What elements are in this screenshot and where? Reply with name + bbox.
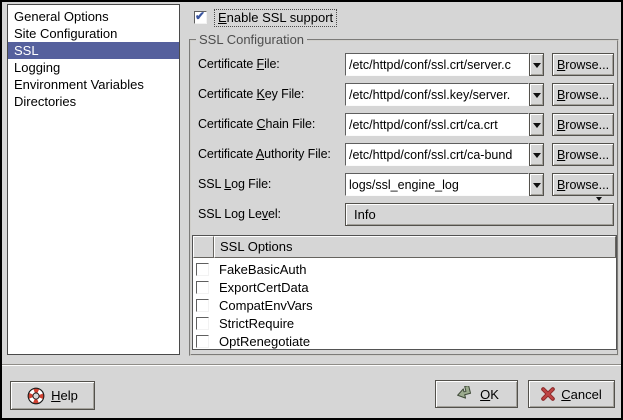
table-body: FakeBasicAuth ExportCertData CompatEnvVa… (193, 258, 616, 350)
certificate-chain-file-label: Certificate Chain File: (198, 117, 315, 131)
certificate-chain-file-row: Certificate Chain File: Browse... (191, 113, 617, 136)
certificate-key-file-browse-button[interactable]: Browse... (552, 83, 614, 106)
certificate-authority-file-input[interactable] (345, 143, 529, 166)
certificate-key-file-input[interactable] (345, 83, 529, 106)
cancel-button-label: Cancel (561, 387, 601, 402)
httpd-ssl-config-dialog: General Options Site Configuration SSL L… (0, 0, 623, 420)
certificate-chain-file-input[interactable] (345, 113, 529, 136)
certificate-key-file-row: Certificate Key File: Browse... (191, 83, 617, 106)
table-header: SSL Options (193, 236, 616, 258)
certificate-file-label: Certificate File: (198, 57, 280, 71)
sidebar-item-directories[interactable]: Directories (8, 93, 179, 110)
chevron-down-icon (533, 123, 541, 132)
sidebar-item-ssl[interactable]: SSL (8, 42, 179, 59)
enable-ssl-row: Enable SSL support (194, 7, 337, 28)
row-label: StrictRequire (219, 316, 294, 331)
certificate-authority-file-row: Certificate Authority File: Browse... (191, 143, 617, 166)
optrenegotiate-checkbox[interactable] (196, 335, 209, 348)
certificate-key-file-label: Certificate Key File: (198, 87, 304, 101)
enable-ssl-label[interactable]: Enable SSL support (214, 9, 337, 27)
ssl-log-file-combo-button[interactable] (529, 173, 544, 196)
certificate-file-row: Certificate File: Browse... (191, 53, 617, 76)
ok-button[interactable]: OK (435, 380, 518, 408)
table-header-ssl-options[interactable]: SSL Options (214, 236, 616, 258)
table-row[interactable]: FakeBasicAuth (193, 260, 616, 278)
certificate-key-file-combo-button[interactable] (529, 83, 544, 106)
table-row[interactable]: ExportCertData (193, 278, 616, 296)
ssl-log-file-label: SSL Log File: (198, 177, 271, 191)
chevron-down-icon (533, 63, 541, 72)
category-list: General Options Site Configuration SSL L… (7, 4, 180, 355)
fakebasicauth-checkbox[interactable] (196, 263, 209, 276)
exportcertdata-checkbox[interactable] (196, 281, 209, 294)
chevron-down-icon (533, 153, 541, 162)
lifesaver-icon (27, 387, 45, 405)
footer-separator (2, 364, 621, 366)
help-button[interactable]: Help (10, 381, 95, 410)
chevron-down-icon (533, 93, 541, 102)
compatenvvars-checkbox[interactable] (196, 299, 209, 312)
certificate-file-browse-button[interactable]: Browse... (552, 53, 614, 76)
enter-arrow-icon (454, 386, 474, 402)
row-label: OptRenegotiate (219, 334, 310, 349)
ssl-log-level-label: SSL Log Level: (198, 207, 281, 221)
certificate-authority-file-combo-button[interactable] (529, 143, 544, 166)
table-row[interactable]: OptRenegotiate (193, 332, 616, 350)
certificate-chain-file-browse-button[interactable]: Browse... (552, 113, 614, 136)
ssl-log-file-input[interactable] (345, 173, 529, 196)
chevron-down-icon (533, 183, 541, 192)
enable-ssl-checkbox[interactable] (194, 11, 207, 24)
table-row[interactable]: CompatEnvVars (193, 296, 616, 314)
certificate-authority-file-browse-button[interactable]: Browse... (552, 143, 614, 166)
help-button-label: Help (51, 388, 78, 403)
sidebar-item-environment-variables[interactable]: Environment Variables (8, 76, 179, 93)
certificate-file-input[interactable] (345, 53, 529, 76)
certificate-chain-file-combo-button[interactable] (529, 113, 544, 136)
ssl-log-level-dropdown[interactable]: Info (345, 203, 614, 226)
row-label: FakeBasicAuth (219, 262, 306, 277)
certificate-file-combo-button[interactable] (529, 53, 544, 76)
ssl-log-file-browse-button[interactable]: Browse... (552, 173, 614, 196)
ssl-options-table: SSL Options FakeBasicAuth ExportCertData… (192, 235, 617, 350)
ssl-log-level-value: Info (354, 207, 376, 222)
ssl-log-file-row: SSL Log File: Browse... (191, 173, 617, 196)
certificate-authority-file-label: Certificate Authority File: (198, 147, 331, 161)
ssl-log-level-row: SSL Log Level: Info (191, 203, 617, 226)
frame-title: SSL Configuration (196, 32, 307, 47)
table-row[interactable]: StrictRequire (193, 314, 616, 332)
cancel-button[interactable]: Cancel (528, 380, 615, 408)
red-x-icon (541, 387, 555, 401)
sidebar-item-site-configuration[interactable]: Site Configuration (8, 25, 179, 42)
table-header-checkbox-column[interactable] (193, 236, 214, 258)
ok-button-label: OK (480, 387, 499, 402)
sidebar-item-logging[interactable]: Logging (8, 59, 179, 76)
row-label: CompatEnvVars (219, 298, 313, 313)
row-label: ExportCertData (219, 280, 309, 295)
strictrequire-checkbox[interactable] (196, 317, 209, 330)
sidebar-item-general-options[interactable]: General Options (8, 8, 179, 25)
ssl-configuration-frame: SSL Configuration Certificate File: Brow… (189, 39, 619, 356)
